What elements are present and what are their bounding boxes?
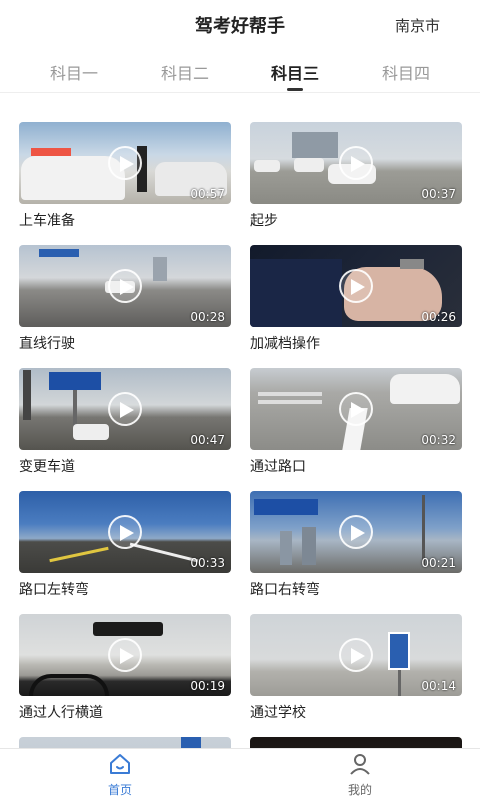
video-card[interactable]: 00:14 通过学校 <box>250 614 462 722</box>
video-thumbnail[interactable]: 00:37 <box>250 122 462 204</box>
video-title: 加减档操作 <box>250 336 320 352</box>
video-card[interactable]: 00:26 加减档操作 <box>250 245 462 353</box>
video-thumbnail[interactable]: 00:19 <box>19 614 231 696</box>
video-thumbnail[interactable]: 00:14 <box>250 614 462 696</box>
video-title: 通过路口 <box>250 459 306 475</box>
video-thumbnail[interactable]: 00:57 <box>19 122 231 204</box>
video-card[interactable]: 00:32 通过路口 <box>250 368 462 476</box>
tab-subject-4[interactable]: 科目四 <box>351 60 461 84</box>
play-icon <box>339 392 373 426</box>
home-icon <box>110 754 130 774</box>
video-card[interactable]: 00:28 直线行驶 <box>19 245 231 353</box>
play-icon <box>108 392 142 426</box>
video-thumbnail[interactable]: 00:33 <box>19 491 231 573</box>
video-thumbnail[interactable]: 00:28 <box>19 245 231 327</box>
video-duration: 00:57 <box>190 187 225 201</box>
nav-home-label: 首页 <box>107 783 132 797</box>
tab-subject-1[interactable]: 科目一 <box>19 60 129 84</box>
play-icon <box>108 146 142 180</box>
play-icon <box>339 146 373 180</box>
city-selector[interactable]: 南京市 <box>395 15 440 36</box>
video-duration: 00:14 <box>421 679 456 693</box>
video-card[interactable]: 00:37 起步 <box>250 122 462 230</box>
video-duration: 00:19 <box>190 679 225 693</box>
video-thumbnail[interactable] <box>250 737 462 748</box>
play-icon <box>108 638 142 672</box>
active-tab-indicator <box>287 88 303 91</box>
play-icon <box>339 515 373 549</box>
video-title: 路口右转弯 <box>250 582 320 598</box>
video-grid: 00:57 上车准备 00:37 起步 00:28 直线行驶 00:26 加减档… <box>0 122 480 748</box>
user-icon <box>350 754 370 775</box>
video-card[interactable]: 00:57 上车准备 <box>19 122 231 230</box>
video-thumbnail[interactable]: 00:47 <box>19 368 231 450</box>
video-title: 变更车道 <box>19 459 75 475</box>
subject-tabs: 科目一 科目二 科目三 科目四 <box>0 54 480 93</box>
play-icon <box>108 269 142 303</box>
video-card[interactable]: 00:47 变更车道 <box>19 368 231 476</box>
video-title: 起步 <box>250 213 278 229</box>
video-thumbnail[interactable]: 00:21 <box>250 491 462 573</box>
play-icon <box>108 515 142 549</box>
play-icon <box>339 638 373 672</box>
video-title: 路口左转弯 <box>19 582 89 598</box>
tab-subject-3[interactable]: 科目三 <box>240 60 350 84</box>
app-header: 驾考好帮手 南京市 <box>0 0 480 50</box>
video-duration: 00:33 <box>190 556 225 570</box>
video-card-partial[interactable] <box>19 737 231 748</box>
video-card[interactable]: 00:19 通过人行横道 <box>19 614 231 722</box>
video-card[interactable]: 00:33 路口左转弯 <box>19 491 231 599</box>
video-duration: 00:47 <box>190 433 225 447</box>
bottom-tab-bar: 首页 我的 <box>0 748 480 801</box>
nav-mine-label: 我的 <box>347 783 372 797</box>
video-duration: 00:26 <box>421 310 456 324</box>
tab-subject-2[interactable]: 科目二 <box>130 60 240 84</box>
video-card[interactable]: 00:21 路口右转弯 <box>250 491 462 599</box>
nav-home[interactable]: 首页 <box>80 753 160 798</box>
video-duration: 00:32 <box>421 433 456 447</box>
video-duration: 00:28 <box>190 310 225 324</box>
video-thumbnail[interactable] <box>19 737 231 748</box>
video-title: 上车准备 <box>19 213 75 229</box>
video-duration: 00:21 <box>421 556 456 570</box>
video-duration: 00:37 <box>421 187 456 201</box>
play-icon <box>339 269 373 303</box>
video-title: 通过学校 <box>250 705 306 721</box>
video-title: 通过人行横道 <box>19 705 103 721</box>
video-thumbnail[interactable]: 00:26 <box>250 245 462 327</box>
nav-mine[interactable]: 我的 <box>320 753 400 798</box>
video-title: 直线行驶 <box>19 336 75 352</box>
video-card-partial[interactable] <box>250 737 462 748</box>
video-thumbnail[interactable]: 00:32 <box>250 368 462 450</box>
